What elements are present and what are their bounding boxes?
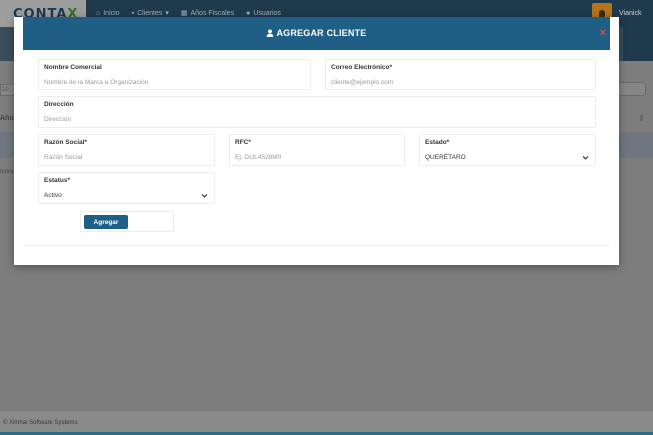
- modal-header: AGREGAR CLIENTE ×: [23, 17, 610, 50]
- email-field[interactable]: [331, 77, 589, 88]
- estado-label: Estado*: [425, 139, 450, 146]
- modal-title-wrap: AGREGAR CLIENTE: [23, 28, 610, 38]
- estado-select[interactable]: QUERÉTARO: [425, 152, 589, 163]
- table-header-ano: Año: [0, 115, 14, 122]
- modal-divider: [23, 245, 610, 246]
- chevron-down-icon: [582, 156, 589, 160]
- nav-item-label: Años Fiscales: [190, 9, 235, 17]
- agregar-button[interactable]: Agregar: [84, 215, 128, 229]
- nav-item-label: Usuarios: [253, 9, 281, 17]
- correo-label: Correo Electrónico*: [331, 64, 393, 71]
- home-icon: ⌂: [96, 9, 101, 17]
- direccion-group: Dirección: [38, 96, 596, 128]
- sort-icon: [640, 115, 643, 121]
- razon-social-input[interactable]: [44, 152, 208, 163]
- direccion-label: Dirección: [44, 101, 74, 108]
- nombre-comercial-label: Nombre Comercial: [44, 64, 102, 71]
- submit-group: Agregar: [80, 211, 174, 232]
- close-button[interactable]: ×: [597, 27, 609, 39]
- nombre-comercial-input[interactable]: [44, 77, 304, 88]
- footer-text: © Ximhai Software Systems: [3, 420, 78, 426]
- table-info-text: ostra: [0, 169, 14, 175]
- sub-header-edge: [623, 27, 653, 61]
- estatus-label: Estatus*: [44, 177, 71, 184]
- rfc-group: RFC*: [229, 134, 405, 166]
- user-name[interactable]: Vianick: [619, 10, 641, 17]
- add-client-modal: AGREGAR CLIENTE × Nombre Comercial Corre…: [14, 17, 619, 265]
- estado-selected-value: QUERÉTARO: [425, 154, 466, 161]
- nav-menu: ⌂ Inicio ▪ Clientes ▾ ▦ Años Fiscales ● …: [96, 9, 281, 18]
- estatus-group: Estatus* Activo: [38, 172, 215, 204]
- nav-item-anos-fiscales[interactable]: ▦ Años Fiscales: [180, 9, 235, 18]
- direccion-input[interactable]: [44, 114, 589, 125]
- estatus-selected-value: Activo: [44, 192, 62, 199]
- nav-item-clientes[interactable]: ▪ Clientes ▾: [131, 9, 169, 18]
- correo-group: Correo Electrónico*: [325, 59, 596, 90]
- modal-title: AGREGAR CLIENTE: [276, 28, 367, 38]
- rfc-label: RFC*: [235, 139, 251, 146]
- razon-social-group: Razón Social*: [38, 134, 215, 166]
- nav-item-inicio[interactable]: ⌂ Inicio: [96, 9, 120, 17]
- estatus-select[interactable]: Activo: [44, 190, 208, 201]
- razon-social-label: Razón Social*: [44, 139, 87, 146]
- rfc-input[interactable]: [235, 152, 398, 163]
- estado-group: Estado* QUERÉTARO: [419, 134, 596, 166]
- nav-item-label: Clientes: [137, 9, 163, 17]
- nombre-comercial-group: Nombre Comercial: [38, 59, 311, 90]
- user-icon: [267, 29, 274, 37]
- calendar-icon: ▦: [180, 10, 188, 17]
- chevron-down-icon: [201, 194, 208, 198]
- user-icon: ●: [246, 9, 251, 17]
- nav-item-label: Inicio: [103, 9, 120, 17]
- nav-item-usuarios[interactable]: ● Usuarios: [246, 9, 281, 17]
- users-icon: ▪: [131, 9, 135, 17]
- caret-down-icon: ▾: [165, 10, 169, 17]
